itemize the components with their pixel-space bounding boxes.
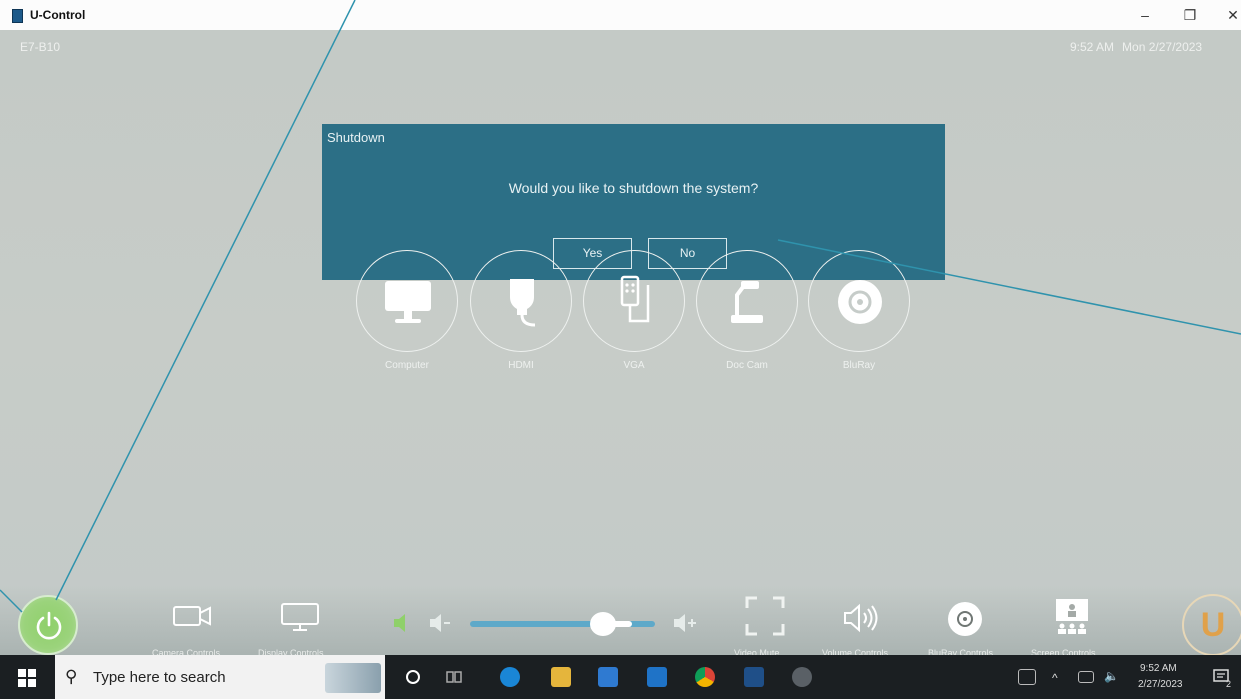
screen-icon[interactable] <box>1054 597 1090 637</box>
volume-up-icon[interactable] <box>672 612 700 634</box>
mute-icon[interactable] <box>392 612 412 634</box>
taskbar-search[interactable]: ⚲ Type here to search <box>55 655 385 699</box>
app-icon <box>12 9 23 23</box>
u-logo: U <box>1182 594 1241 656</box>
store-icon[interactable] <box>598 667 618 687</box>
source-computer-button[interactable] <box>356 250 458 352</box>
paint-icon[interactable] <box>792 667 812 687</box>
notification-count: 2 <box>1226 679 1232 689</box>
speaker-tray-icon[interactable]: 🔈 <box>1104 669 1119 683</box>
source-doc-cam-label: Doc Cam <box>726 360 768 371</box>
header-date: Mon 2/27/2023 <box>1122 40 1203 54</box>
source-hdmi-button[interactable] <box>470 250 572 352</box>
maximize-button[interactable]: ❐ <box>1175 4 1205 26</box>
minimize-button[interactable]: – <box>1130 4 1160 26</box>
source-hdmi-label: HDMI <box>508 360 534 371</box>
header-clock: 9:52 AM Mon 2/27/2023 <box>1070 40 1210 54</box>
taskbar-date[interactable]: 2/27/2023 <box>1138 679 1183 690</box>
source-bluray-button[interactable] <box>808 250 910 352</box>
windows-taskbar: ⚲ Type here to search ^ 🔈 9:52 AM 2/27/2… <box>0 655 1241 699</box>
source-vga-button[interactable] <box>583 250 685 352</box>
u-control-taskbar-icon[interactable] <box>744 667 764 687</box>
hdmi-icon <box>510 279 536 327</box>
display-icon[interactable] <box>280 602 320 632</box>
volume-down-icon[interactable] <box>428 612 452 634</box>
monitor-icon <box>385 281 431 323</box>
window-title-bar: U-Control – ❐ ✕ <box>0 0 1241 30</box>
power-icon <box>36 611 62 640</box>
windows-start-icon[interactable] <box>18 669 36 687</box>
power-button[interactable] <box>18 595 78 655</box>
header-time: 9:52 AM <box>1070 40 1115 54</box>
source-doc-cam-button[interactable] <box>696 250 798 352</box>
cortana-icon[interactable] <box>403 667 423 687</box>
volume-slider-handle[interactable] <box>590 612 617 636</box>
source-vga-label: VGA <box>623 360 645 371</box>
keyboard-tray-icon[interactable] <box>1018 669 1036 685</box>
task-view-icon[interactable] <box>444 667 464 687</box>
network-icon[interactable] <box>1078 671 1094 683</box>
file-explorer-icon[interactable] <box>551 667 571 687</box>
camera-icon[interactable] <box>172 603 214 629</box>
document-camera-icon <box>731 281 763 323</box>
search-icon: ⚲ <box>65 667 78 686</box>
source-computer-label: Computer <box>385 360 429 371</box>
window-title: U-Control <box>30 8 86 22</box>
mail-icon[interactable] <box>647 667 667 687</box>
source-bluray-label: BluRay <box>842 360 876 371</box>
taskbar-time[interactable]: 9:52 AM <box>1140 663 1177 674</box>
room-name: E7-B10 <box>20 40 61 54</box>
vga-icon <box>620 275 650 323</box>
search-highlight-image <box>325 663 381 693</box>
search-placeholder: Type here to search <box>93 669 226 686</box>
bluray-disc-icon[interactable] <box>945 599 985 639</box>
dialog-title: Shutdown <box>327 130 385 145</box>
disc-icon <box>838 280 882 324</box>
edge-icon[interactable] <box>500 667 520 687</box>
show-hidden-icons-icon[interactable]: ^ <box>1052 671 1058 685</box>
video-mute-icon[interactable] <box>745 596 785 636</box>
speaker-icon[interactable] <box>842 603 882 633</box>
dialog-message: Would you like to shutdown the system? <box>508 180 759 196</box>
close-button[interactable]: ✕ <box>1218 4 1241 26</box>
chrome-icon[interactable] <box>695 667 715 687</box>
